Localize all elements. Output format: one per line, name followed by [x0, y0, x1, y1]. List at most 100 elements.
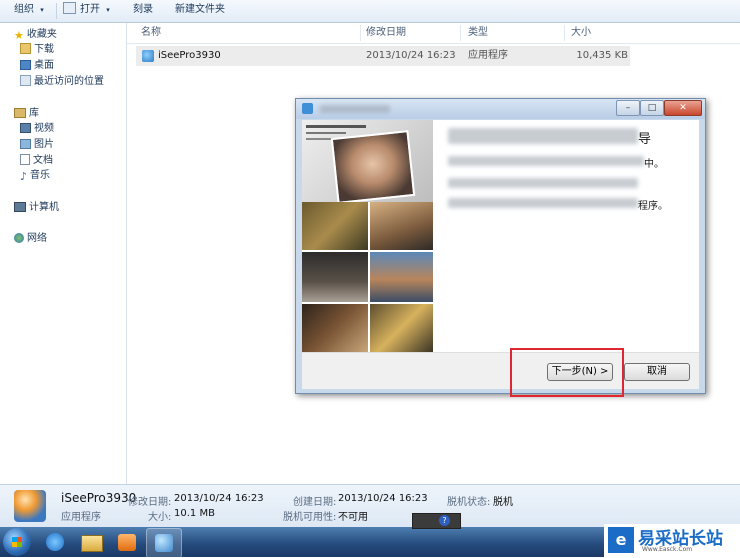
detail-file-type: 应用程序: [61, 512, 101, 523]
setup-dialog: – □ ✕ 导 中。 程序。 下一步(N) > 取消: [295, 98, 706, 394]
nav-music[interactable]: ♪ 音乐: [20, 168, 50, 184]
windows-logo-icon: [12, 537, 22, 547]
column-name[interactable]: 名称: [141, 23, 161, 43]
desktop-icon: [20, 60, 31, 70]
detail-offline-availability-label: 脱机可用性:: [283, 512, 337, 523]
detail-created-label: 创建日期:: [293, 497, 337, 508]
pictures-icon: [20, 139, 31, 149]
application-icon: [142, 50, 154, 62]
detail-modified-value: 2013/10/24 16:23: [174, 493, 264, 504]
nav-computer[interactable]: 计算机: [14, 200, 59, 216]
library-icon: [14, 108, 26, 118]
nav-network-label: 网络: [27, 233, 47, 244]
detail-offline-status-value: 脱机: [493, 497, 513, 508]
column-size[interactable]: 大小: [571, 23, 591, 43]
dialog-title-bar[interactable]: – □ ✕: [296, 99, 705, 119]
nav-library-label: 库: [29, 108, 39, 119]
taskbar-setup-button[interactable]: [146, 528, 182, 558]
file-modified: 2013/10/24 16:23: [366, 50, 456, 61]
column-name-label: 名称: [141, 27, 161, 38]
chevron-down-icon: ▾: [40, 6, 44, 14]
toolbar-divider: [56, 3, 57, 19]
nav-downloads-label: 下载: [34, 44, 54, 55]
navigation-pane: ★ 收藏夹 下载 桌面 最近访问的位置 库 视频 图片 文档 ♪ 音乐 计算机 网络: [0, 23, 127, 484]
column-header-bar: 名称 修改日期 类型 大小: [127, 23, 740, 44]
dialog-button-bar: 下一步(N) > 取消: [302, 352, 699, 389]
nav-documents[interactable]: 文档: [20, 153, 53, 169]
column-modified-label: 修改日期: [366, 27, 406, 38]
detail-file-name: iSeePro3930: [61, 491, 137, 505]
grid-photo: [370, 252, 433, 302]
nav-recent[interactable]: 最近访问的位置: [20, 74, 104, 90]
nav-downloads[interactable]: 下载: [20, 42, 54, 58]
minimize-button[interactable]: –: [616, 100, 640, 116]
maximize-button[interactable]: □: [640, 100, 664, 116]
taskbar-media-button[interactable]: [110, 528, 144, 556]
watermark-url: Www.Easck.Com: [642, 546, 693, 553]
file-row[interactable]: iSeePro3930 2013/10/24 16:23 应用程序 10,435…: [136, 46, 630, 66]
nav-library[interactable]: 库: [14, 106, 39, 122]
dialog-body: 导 中。 程序。: [302, 120, 699, 352]
nav-network[interactable]: 网络: [14, 231, 47, 247]
newspaper-collage-image: [302, 120, 433, 204]
nav-videos-label: 视频: [34, 123, 54, 134]
column-modified[interactable]: 修改日期: [366, 23, 406, 43]
dialog-text-fragment: 中。: [644, 159, 664, 170]
detail-offline-status-label: 脱机状态:: [447, 497, 491, 508]
downloads-folder-icon: [20, 43, 31, 54]
star-icon: ★: [14, 29, 24, 42]
cancel-button-label: 取消: [647, 366, 667, 377]
nav-desktop[interactable]: 桌面: [20, 58, 54, 74]
open-button[interactable]: 打开 ▾: [63, 0, 110, 22]
details-pane: iSeePro3930 应用程序 修改日期: 2013/10/24 16:23 …: [0, 484, 740, 528]
column-divider[interactable]: [564, 25, 565, 41]
new-folder-button[interactable]: 新建文件夹: [175, 0, 225, 22]
grid-photo: [302, 202, 368, 250]
start-button[interactable]: [3, 528, 31, 556]
organize-menu[interactable]: 组织 ▾: [14, 0, 44, 22]
help-icon: ?: [439, 515, 450, 526]
app-icon: [302, 103, 313, 114]
detail-size-value: 10.1 MB: [174, 508, 215, 519]
organize-label: 组织: [14, 4, 34, 15]
taskbar-ie-button[interactable]: [38, 528, 72, 556]
column-divider[interactable]: [360, 25, 361, 41]
burn-button[interactable]: 刻录: [133, 0, 153, 22]
open-icon: [63, 2, 76, 14]
internet-explorer-icon: [46, 533, 64, 551]
application-large-icon: [14, 490, 46, 522]
dialog-text-blurred: [448, 178, 638, 188]
network-icon: [14, 233, 24, 243]
cancel-button[interactable]: 取消: [624, 363, 690, 381]
media-player-icon: [118, 534, 136, 551]
music-icon: ♪: [20, 170, 28, 183]
nav-pictures[interactable]: 图片: [20, 137, 54, 153]
dialog-text-fragment: 程序。: [638, 201, 668, 212]
file-size: 10,435 KB: [576, 50, 628, 61]
nav-computer-label: 计算机: [29, 202, 59, 213]
folder-icon: [81, 535, 103, 552]
nav-videos[interactable]: 视频: [20, 121, 54, 137]
nav-music-label: 音乐: [30, 170, 51, 181]
file-name: iSeePro3930: [158, 50, 221, 61]
detail-created-value: 2013/10/24 16:23: [338, 493, 428, 504]
dialog-title-blurred: [320, 105, 390, 113]
new-folder-label: 新建文件夹: [175, 4, 225, 15]
setup-app-icon: [155, 534, 173, 552]
grid-photo: [302, 304, 368, 352]
dialog-heading-blurred: [448, 128, 638, 144]
command-toolbar: 组织 ▾ 打开 ▾ 刻录 新建文件夹: [0, 0, 740, 23]
column-type[interactable]: 类型: [468, 23, 488, 43]
grid-photo: [370, 202, 433, 250]
column-size-label: 大小: [571, 27, 591, 38]
taskbar-explorer-button[interactable]: [74, 528, 108, 556]
e-logo-icon: e: [608, 527, 634, 553]
close-button[interactable]: ✕: [664, 100, 702, 116]
language-bar[interactable]: ?: [412, 513, 461, 529]
grid-photo: [370, 304, 433, 352]
maximize-icon: □: [647, 103, 657, 113]
nav-desktop-label: 桌面: [34, 60, 54, 71]
nav-favorites-label: 收藏夹: [26, 29, 57, 40]
column-divider[interactable]: [460, 25, 461, 41]
nav-favorites[interactable]: ★ 收藏夹: [14, 27, 57, 43]
